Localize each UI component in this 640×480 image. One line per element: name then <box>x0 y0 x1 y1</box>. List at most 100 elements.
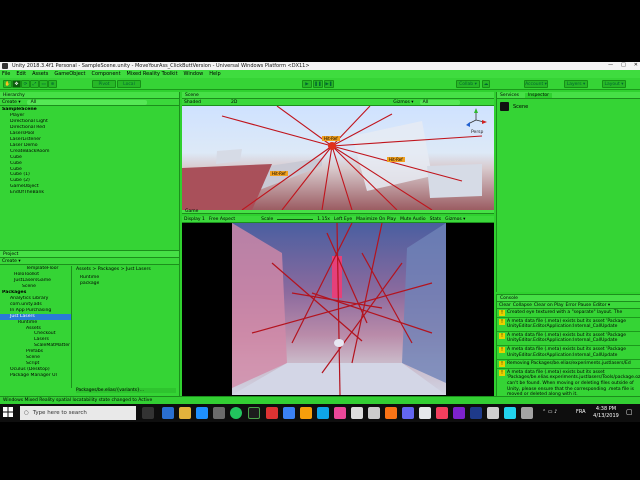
gizmos-dropdown[interactable]: Gizmos ▾ <box>393 100 413 105</box>
edge-icon[interactable] <box>162 407 174 419</box>
app-icon[interactable] <box>402 407 414 419</box>
mute-audio-toggle[interactable]: Mute Audio <box>400 217 426 222</box>
taskbar-clock[interactable]: 4:38 PM 4/13/2019 <box>592 406 620 420</box>
app-icon[interactable] <box>317 407 329 419</box>
close-button[interactable]: ✕ <box>634 62 638 68</box>
task-view-icon[interactable] <box>142 407 154 419</box>
menu-help[interactable]: Help <box>209 71 220 77</box>
console-message[interactable]: A meta data file (.meta) exists but its … <box>497 369 640 396</box>
chrome-icon[interactable] <box>436 407 448 419</box>
console-clear-button[interactable]: Clear <box>499 303 511 308</box>
scale-slider[interactable] <box>277 218 314 220</box>
scale-tool-button[interactable]: ⤢ <box>30 80 39 88</box>
notification-icon[interactable]: ▢ <box>626 408 633 416</box>
app-icon[interactable] <box>504 407 516 419</box>
app-icon[interactable] <box>213 407 225 419</box>
persp-label[interactable]: Persp <box>471 130 483 135</box>
maximize-button[interactable]: □ <box>621 62 626 68</box>
project-tab[interactable]: Project <box>0 251 179 258</box>
xbox-icon[interactable] <box>230 407 242 419</box>
app-icon[interactable] <box>385 407 397 419</box>
menu-component[interactable]: Component <box>92 71 121 77</box>
scene-render <box>182 106 487 210</box>
hierarchy-item-endofthebank[interactable]: EndOfTheBank <box>0 190 179 196</box>
local-toggle[interactable]: Local <box>117 80 141 88</box>
app-icon[interactable] <box>419 407 431 419</box>
hand-tool-button[interactable]: ✋ <box>3 80 12 88</box>
maximize-on-play-toggle[interactable]: Maximize On Play <box>356 217 396 222</box>
scene-viewport[interactable]: Hit-Ref Hit-Ref Hit-Ref Persp <box>182 106 494 210</box>
photoshop-icon[interactable] <box>470 407 482 419</box>
game-viewport[interactable] <box>182 223 494 399</box>
pause-button[interactable]: ❚❚ <box>313 80 323 88</box>
transform-tool-button[interactable]: ⊕ <box>48 80 57 88</box>
console-message[interactable]: Created eye textured with a "separate" l… <box>497 309 640 318</box>
rect-tool-button[interactable]: ▭ <box>39 80 48 88</box>
app-icon[interactable] <box>266 407 278 419</box>
folder-package-manager-ui[interactable]: Package Manager UI <box>0 373 71 379</box>
app-icon[interactable] <box>300 407 312 419</box>
pivot-toggle[interactable]: Pivot <box>92 80 116 88</box>
game-gizmos-dropdown[interactable]: Gizmos ▾ <box>445 217 465 222</box>
console-tab[interactable]: Console <box>497 295 640 302</box>
scene-tab[interactable]: Scene <box>182 92 494 99</box>
move-tool-button[interactable]: ✥ <box>12 80 21 88</box>
menu-file[interactable]: File <box>2 71 10 77</box>
console-editor-dropdown[interactable]: Editor ▾ <box>593 303 610 308</box>
app-icon[interactable] <box>368 407 380 419</box>
menu-window[interactable]: Window <box>184 71 204 77</box>
console-error-pause-toggle[interactable]: Error Pause <box>566 303 592 308</box>
inspector-tab[interactable]: Inspector <box>524 92 552 98</box>
account-dropdown[interactable]: Account ▾ <box>524 80 548 88</box>
console-message[interactable]: A meta data file (.meta) exists but its … <box>497 318 640 332</box>
collab-dropdown[interactable]: Collab ▾ <box>456 80 480 88</box>
shading-dropdown[interactable]: Shaded <box>184 100 201 105</box>
menu-edit[interactable]: Edit <box>16 71 26 77</box>
scene-search-input[interactable]: All <box>419 99 460 105</box>
eye-dropdown[interactable]: Left Eye <box>334 217 352 222</box>
taskbar-search-box[interactable]: ○ Type here to search <box>20 406 136 420</box>
display-dropdown[interactable]: Display 1 <box>184 217 205 222</box>
app-icon[interactable] <box>521 407 533 419</box>
menu-mixed-reality-toolkit[interactable]: Mixed Reality Toolkit <box>127 71 178 77</box>
store-icon[interactable] <box>196 407 208 419</box>
minimize-button[interactable]: — <box>608 62 613 68</box>
console-message[interactable]: Removing Packages/be.elias/experiments.j… <box>497 360 640 369</box>
tray-icons[interactable]: ⌃ ▭ ♪ <box>542 409 557 415</box>
menu-assets[interactable]: Assets <box>32 71 48 77</box>
stats-toggle[interactable]: Stats <box>430 217 442 222</box>
app-icon[interactable] <box>334 407 346 419</box>
aspect-dropdown[interactable]: Free Aspect <box>209 217 235 222</box>
layers-dropdown[interactable]: Layers ▾ <box>564 80 588 88</box>
taskbar-search-input[interactable]: Type here to search <box>33 410 87 416</box>
hierarchy-tab[interactable]: Hierarchy <box>0 92 179 99</box>
app-icon[interactable] <box>248 407 260 419</box>
app-icon[interactable] <box>351 407 363 419</box>
hierarchy-search-input[interactable]: All <box>26 99 147 105</box>
step-button[interactable]: ▶❚ <box>324 80 334 88</box>
game-tab[interactable]: Game <box>182 209 494 214</box>
cloud-icon[interactable]: ☁ <box>482 80 490 88</box>
game-render <box>232 223 446 395</box>
rotate-tool-button[interactable]: ⟳ <box>21 80 30 88</box>
app-icon[interactable] <box>283 407 295 419</box>
windows-start-icon[interactable] <box>3 407 13 419</box>
console-message[interactable]: A meta data file (.meta) exists but its … <box>497 332 640 346</box>
project-create-dropdown[interactable]: Create ▾ <box>2 259 21 264</box>
unity-icon[interactable] <box>487 407 499 419</box>
file-package[interactable]: package <box>80 281 99 287</box>
layout-dropdown[interactable]: Layout ▾ <box>602 80 626 88</box>
menu-gameobject[interactable]: GameObject <box>54 71 85 77</box>
console-collapse-button[interactable]: Collapse <box>513 303 532 308</box>
language-indicator[interactable]: FRA <box>576 409 586 415</box>
create-dropdown[interactable]: Create ▾ <box>2 100 21 105</box>
services-tab[interactable]: Services <box>500 93 519 98</box>
visual-studio-icon[interactable] <box>453 407 465 419</box>
2d-toggle[interactable]: 2D <box>231 100 237 105</box>
play-button[interactable]: ▶ <box>302 80 312 88</box>
console-clear-on-play-toggle[interactable]: Clear on Play <box>534 303 564 308</box>
file-explorer-icon[interactable] <box>179 407 191 419</box>
project-folder-tree: TemplateFloor HoloToolkit JustLasersGame… <box>0 266 72 388</box>
console-message[interactable]: A meta data file (.meta) exists but its … <box>497 346 640 361</box>
project-breadcrumb[interactable]: Assets > Packages > Just Lasers <box>76 267 176 272</box>
